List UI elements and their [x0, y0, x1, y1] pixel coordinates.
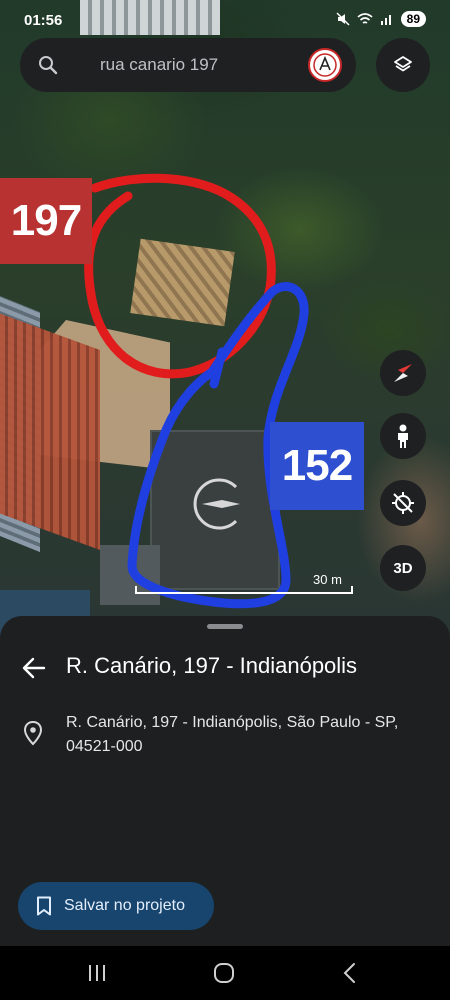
- parcel-number-152: 152: [270, 422, 364, 510]
- location-pin-icon: [23, 720, 43, 746]
- signal-icon: [380, 15, 391, 25]
- back-nav-icon[interactable]: [338, 960, 364, 986]
- scale-label: 30 m: [313, 572, 342, 587]
- center-reticle-icon: [193, 478, 240, 530]
- address-line-2: 04521-000: [66, 738, 143, 755]
- street-view-button[interactable]: [380, 413, 426, 459]
- save-to-project-label: Salvar no projeto: [64, 897, 185, 914]
- place-title: R. Canário, 197 - Indianópolis: [66, 653, 358, 678]
- address-line-1: R. Canário, 197 - Indianópolis, São Paul…: [66, 714, 399, 731]
- search-bar[interactable]: rua canario 197: [20, 38, 356, 92]
- place-address[interactable]: R. Canário, 197 - Indianópolis, São Paul…: [66, 711, 426, 759]
- red-circle-annotation: [84, 173, 276, 379]
- layers-button[interactable]: [376, 38, 430, 92]
- layers-icon: [394, 56, 412, 72]
- 3d-button[interactable]: 3D: [380, 545, 426, 591]
- back-arrow-icon[interactable]: [20, 654, 48, 682]
- recent-apps-icon[interactable]: [84, 960, 110, 986]
- wifi-icon: [357, 13, 373, 24]
- 3d-label: 3D: [393, 559, 413, 577]
- avatar-logo-icon: [313, 53, 337, 77]
- save-to-project-button[interactable]: Salvar no projeto: [18, 882, 214, 930]
- parcel-number-197: 197: [0, 178, 92, 264]
- compass-icon: [394, 364, 412, 382]
- search-icon: [39, 56, 58, 75]
- scale-bar: [135, 586, 353, 594]
- satellite-map[interactable]: 197 152 30 m: [0, 0, 450, 640]
- sheet-drag-handle[interactable]: [207, 624, 243, 629]
- place-details-sheet: R. Canário, 197 - Indianópolis R. Canári…: [0, 616, 450, 946]
- status-time: 01:56: [24, 12, 63, 29]
- bookmark-icon: [37, 896, 51, 916]
- status-icons: 89: [336, 11, 426, 27]
- system-nav-bar: [0, 946, 450, 1000]
- battery-level: 89: [400, 11, 426, 27]
- mute-icon: [336, 12, 350, 26]
- drawn-annotations: [84, 173, 309, 609]
- compass-button[interactable]: [380, 350, 426, 396]
- profile-avatar[interactable]: [308, 48, 342, 82]
- pegman-icon: [398, 424, 408, 448]
- search-query[interactable]: rua canario 197: [100, 55, 218, 75]
- location-off-icon: [392, 492, 414, 514]
- home-icon[interactable]: [211, 960, 237, 986]
- location-button[interactable]: [380, 480, 426, 526]
